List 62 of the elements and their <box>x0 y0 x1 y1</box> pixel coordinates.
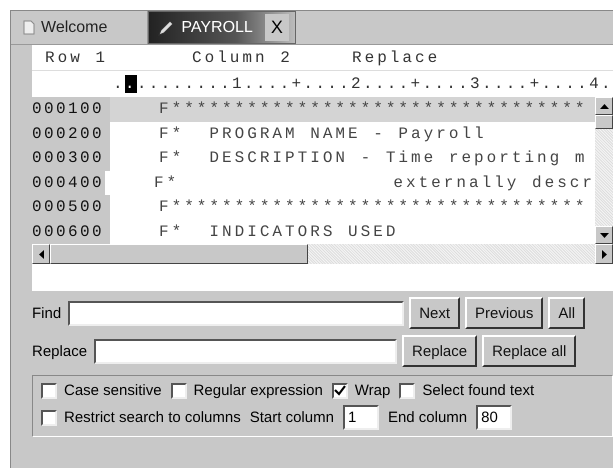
code-text: F********************************* <box>158 100 588 118</box>
down-arrow-icon <box>600 232 608 238</box>
close-button[interactable]: X <box>264 14 289 41</box>
up-arrow-icon <box>600 104 608 108</box>
column-indicator: Column 2 <box>192 48 294 66</box>
find-button[interactable]: All <box>548 297 586 329</box>
checkbox-label: Select found text <box>422 382 534 399</box>
find-field[interactable] <box>68 300 404 326</box>
end-column-field[interactable]: 80 <box>476 405 512 430</box>
code-line[interactable]: 000400 F* externally descr <box>32 170 595 195</box>
checkbox[interactable] <box>41 382 57 398</box>
checkbox-label: Wrap <box>354 382 390 399</box>
line-number: 000500 <box>32 195 110 220</box>
start-column-field[interactable]: 1 <box>342 405 379 430</box>
checkbox-label: Restrict search to columns <box>64 409 241 426</box>
checkbox[interactable] <box>41 410 57 426</box>
mode-indicator: Replace <box>352 48 440 66</box>
vertical-scrollbar[interactable] <box>595 97 613 244</box>
line-number: 000600 <box>32 220 110 244</box>
line-number: 000300 <box>32 146 110 170</box>
line-number: 000400 <box>32 170 105 195</box>
row-indicator: Row 1 <box>45 48 110 66</box>
scroll-right-button[interactable] <box>595 244 613 264</box>
line-number: 000200 <box>32 122 110 146</box>
scroll-thumb[interactable] <box>50 244 308 264</box>
code-line[interactable]: 000500 F********************************* <box>32 195 595 220</box>
replace-label: Replace <box>32 342 88 360</box>
replace-button[interactable]: Replace all <box>482 335 576 367</box>
start-column-label: Start column <box>250 409 334 426</box>
code-text: F********************************* <box>158 198 588 216</box>
replace-button[interactable]: Replace <box>402 335 478 367</box>
code-text: F* INDICATORS USED <box>158 222 398 241</box>
checkbox-label: Regular expression <box>194 382 323 399</box>
right-arrow-icon <box>602 250 606 258</box>
checkbox[interactable] <box>332 382 348 398</box>
scroll-down-button[interactable] <box>595 226 613 244</box>
code-text: F* externally descr <box>152 174 595 192</box>
editor-tab[interactable]: PAYROLL X <box>148 11 296 44</box>
left-arrow-icon <box>38 250 44 258</box>
line-number: 000100 <box>32 97 110 122</box>
horizontal-scrollbar[interactable] <box>32 244 613 264</box>
code-line[interactable]: 000200 F* PROGRAM NAME - Payroll <box>32 122 595 146</box>
replace-field[interactable] <box>94 338 398 364</box>
checkbox[interactable] <box>399 382 416 398</box>
code-line[interactable]: 000300 F* DESCRIPTION - Time reporting m <box>32 146 595 170</box>
ruler-text: . <box>113 75 125 93</box>
text-cursor: . <box>124 75 137 93</box>
find-button[interactable]: Next <box>409 297 460 329</box>
ruler-text: ........1....+....2....+....3....+....4. <box>136 75 613 93</box>
scroll-left-button[interactable] <box>32 244 50 264</box>
code-text: F* DESCRIPTION - Time reporting m <box>158 149 588 168</box>
checkbox[interactable] <box>170 382 187 398</box>
find-button[interactable]: Previous <box>465 297 544 329</box>
code-line[interactable]: 000600 F* INDICATORS USED <box>32 220 595 244</box>
document-icon <box>23 20 35 35</box>
scroll-thumb[interactable] <box>595 115 613 129</box>
find-label: Find <box>32 304 62 322</box>
end-column-label: End column <box>388 409 468 426</box>
code-text: F* PROGRAM NAME - Payroll <box>158 124 487 143</box>
checkbox-label: Case sensitive <box>64 382 162 399</box>
pencil-icon <box>157 18 176 36</box>
scroll-up-button[interactable] <box>595 97 613 115</box>
